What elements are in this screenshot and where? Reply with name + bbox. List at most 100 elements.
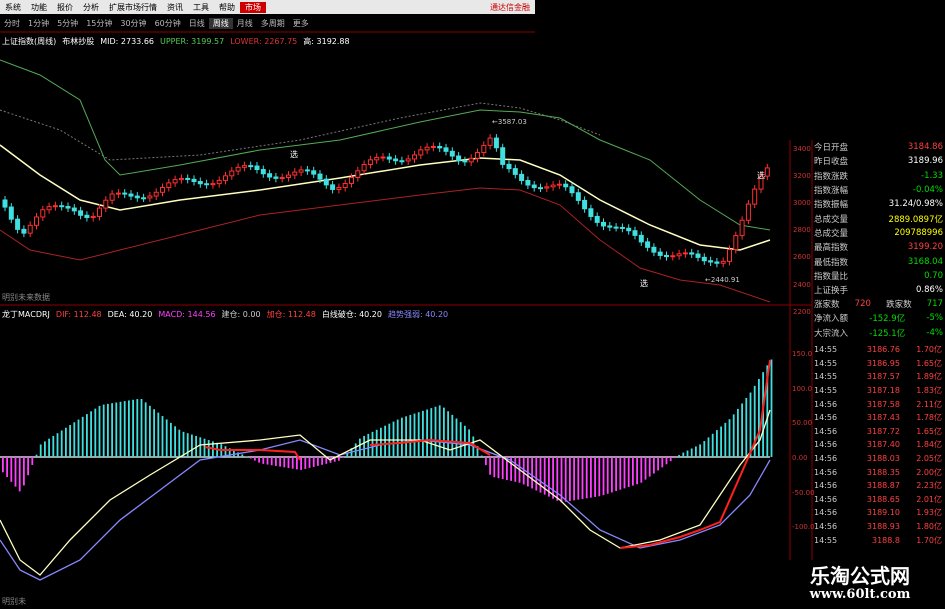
macd-histogram-bar [493, 457, 496, 478]
candle-body [727, 249, 732, 262]
macd-histogram-bar [254, 457, 256, 461]
macd-histogram-bar [401, 417, 403, 457]
price-tick-label: 3400 [793, 145, 811, 153]
tick-price: 3188.03 [866, 454, 900, 464]
macd-histogram-bar [258, 457, 260, 463]
kline-indicator-name[interactable]: 布林抄股 [62, 36, 94, 47]
chart-canvas[interactable]: 3400 3200 3000 2800 2600 2400 2200 150.0 100.0 50… [0, 0, 945, 609]
tick-time: 14:56 [814, 399, 838, 409]
tick-price: 3188.87 [866, 481, 900, 491]
candle-body [752, 188, 758, 205]
stat-row: 指数涨幅 -0.04% [812, 183, 945, 197]
stat-label: 指数涨跌 [814, 171, 849, 182]
candle-body [59, 205, 65, 208]
stat-value: 0.86% [915, 285, 943, 296]
macd-histogram-bar [367, 433, 370, 457]
macd-histogram-bar [10, 457, 13, 482]
tick-row: 14:56 3188.03 2.05亿 [812, 452, 945, 466]
stat-row: 昨日收盘 3189.96 [812, 154, 945, 168]
candle-body [336, 187, 342, 190]
macd-histogram-bar [317, 457, 319, 466]
candle-body [449, 150, 455, 157]
down-count-label: 跌家数 [886, 300, 912, 311]
macd-dea: DEA: 40.20 [107, 310, 153, 319]
macd-histogram-bar [581, 457, 584, 499]
macd-value: MACD: 144.56 [158, 310, 216, 319]
candle-body [78, 210, 84, 216]
macd-histogram-bar [728, 419, 731, 457]
tick-time: 14:55 [814, 372, 838, 382]
macd-histogram-bar [577, 457, 580, 500]
watermark-url: www.60lt.com [809, 587, 911, 602]
macd-histogram-bar [321, 457, 323, 465]
candle-body [682, 252, 688, 255]
stat-label: 指数量比 [814, 271, 849, 282]
macd-histogram-bar [661, 457, 664, 468]
macd-histogram-bar [619, 457, 622, 490]
macd-histogram-bar [392, 421, 395, 457]
macd-histogram-bar [354, 443, 357, 457]
macd-histogram-bar [602, 457, 605, 496]
macd-histogram-bar [18, 457, 21, 492]
tick-price: 3186.95 [866, 358, 900, 368]
tick-list[interactable]: 14:55 3186.76 1.70亿 14:55 3186.95 1.65亿 14:55 3… [812, 343, 945, 573]
macd-histogram-bar [119, 401, 122, 457]
candle-body [405, 158, 411, 162]
candle-body [393, 158, 399, 162]
down-count: 717 [926, 299, 943, 310]
macd-histogram-bar [199, 437, 202, 457]
candle-body [437, 146, 443, 149]
macd-histogram-bar [107, 403, 109, 457]
tick-volume: 2.01亿 [916, 494, 942, 504]
macd-histogram-bar [405, 416, 407, 457]
macd-histogram-bar [44, 441, 46, 457]
macd-histogram-bar [283, 457, 286, 468]
macd-histogram-bar [434, 406, 437, 457]
macd-histogram-bar [770, 359, 773, 457]
macd-histogram-bar [262, 457, 265, 464]
candle-body [531, 184, 537, 189]
price-tick-label: 2400 [793, 281, 811, 289]
candle-body [657, 251, 663, 256]
candle-body [651, 246, 657, 253]
macd-histogram-bar [111, 403, 113, 457]
macd-histogram-bar [140, 398, 143, 457]
tick-volume: 2.00亿 [916, 467, 942, 477]
tick-row: 14:56 3187.40 1.84亿 [812, 438, 945, 452]
candle-body [374, 156, 380, 161]
tick-price: 3188.65 [866, 494, 900, 504]
tick-time: 14:55 [814, 358, 838, 368]
macd-histogram-bar [611, 457, 613, 493]
candle-body [191, 178, 197, 183]
macd-name[interactable]: 龙丁MACDRJ [2, 309, 50, 320]
trough-label: ←2440.91 [705, 276, 740, 284]
candle-body [178, 177, 184, 181]
macd-histogram-bar [90, 411, 92, 457]
stat-label: 上证换手 [814, 286, 849, 297]
candle-body [90, 215, 96, 219]
tick-volume: 1.84亿 [916, 440, 942, 450]
macd-histogram-bar [123, 401, 126, 457]
candle-body [52, 205, 58, 208]
candle-body [701, 256, 707, 262]
candle-body [367, 159, 373, 165]
macd-histogram-bar [653, 457, 655, 474]
candle-body [664, 254, 669, 258]
macd-histogram-bar [455, 418, 458, 457]
candle-body [638, 234, 644, 243]
stat-label: 最低指数 [814, 257, 849, 268]
candle-body [626, 227, 632, 232]
candle-body [330, 184, 336, 190]
candle-body [311, 170, 317, 175]
macd-info-bar: 龙丁MACDRJ DIF: 112.48 DEA: 40.20 MACD: 14… [2, 309, 454, 320]
candle-body [745, 203, 751, 221]
macd-histogram-bar [426, 409, 428, 457]
candle-body [260, 169, 266, 175]
price-tick-label: 3000 [793, 199, 811, 207]
candle-body [267, 173, 273, 178]
candle-body [468, 157, 474, 163]
macd-histogram-bar [77, 419, 80, 457]
stat-row: 今日开盘 3184.86 [812, 140, 945, 154]
net-inflow-label: 净流入额 [814, 314, 849, 325]
candle-body [273, 176, 279, 179]
